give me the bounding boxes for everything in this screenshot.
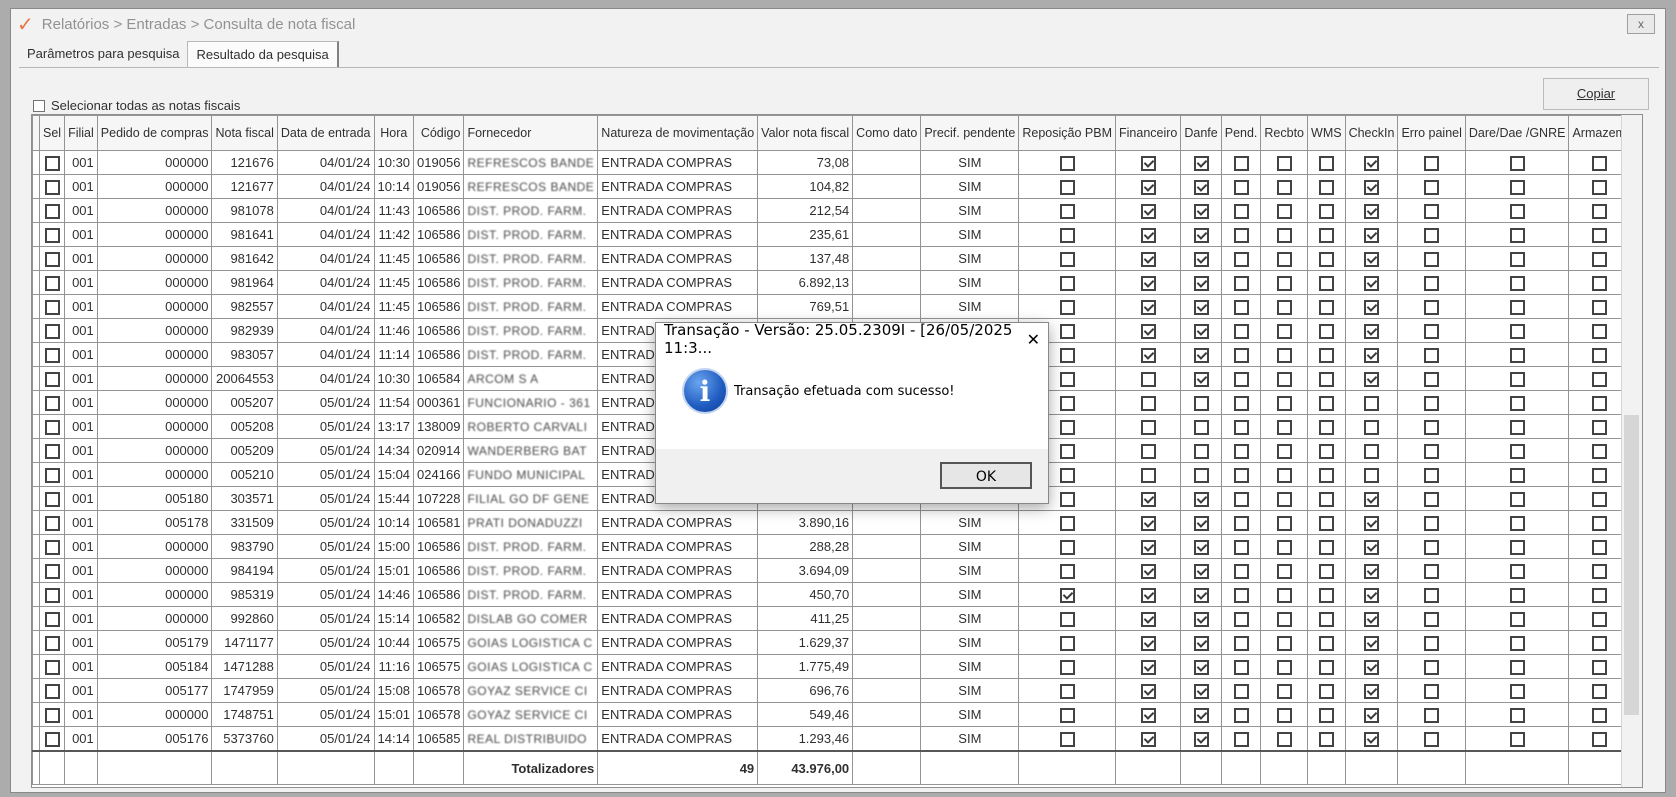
dialog-title: Transação - Versão: 25.05.2309I - [26/05… xyxy=(664,321,1013,357)
dialog-close-icon[interactable]: ✕ xyxy=(1027,330,1040,349)
ok-button[interactable]: OK xyxy=(940,462,1032,489)
dialog-footer: OK xyxy=(656,449,1048,503)
info-icon: i xyxy=(682,368,728,414)
transaction-dialog: Transação - Versão: 25.05.2309I - [26/05… xyxy=(655,321,1049,504)
dialog-message: Transação efetuada com sucesso! xyxy=(734,383,955,399)
dialog-title-bar: Transação - Versão: 25.05.2309I - [26/05… xyxy=(656,321,1048,357)
dialog-body: i Transação efetuada com sucesso! xyxy=(656,355,1048,427)
